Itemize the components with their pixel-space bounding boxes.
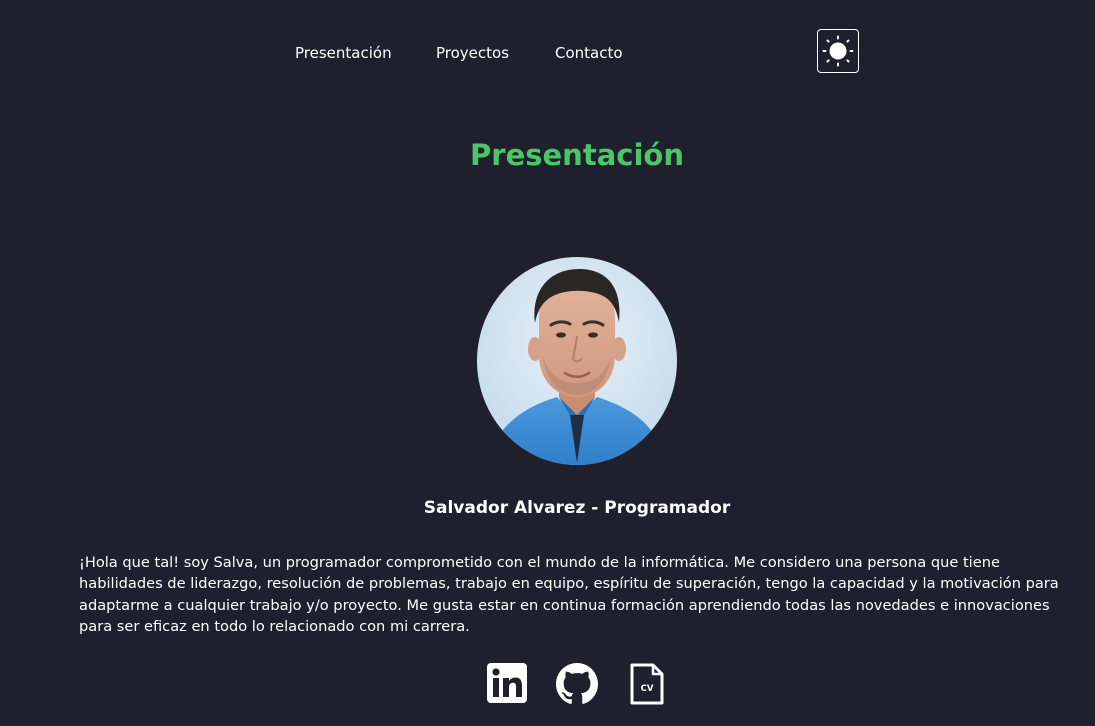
profile-photo <box>477 257 677 465</box>
cv-icon: CV <box>630 663 664 705</box>
page: Presentación Proyectos Contacto Presenta… <box>0 0 1095 726</box>
profile-name: Salvador Alvarez - Programador <box>423 498 731 518</box>
cv-link[interactable]: CV <box>630 663 664 709</box>
profile-bio: ¡Hola que tal! soy Salva, un programador… <box>79 554 1059 635</box>
social-links: CV <box>0 663 1095 707</box>
theme-toggle-button[interactable] <box>817 29 859 73</box>
cv-label: CV <box>641 684 654 694</box>
github-link[interactable] <box>556 663 598 709</box>
linkedin-icon <box>487 663 527 703</box>
section-title: Presentación <box>470 138 684 172</box>
github-icon <box>556 663 598 704</box>
nav-item-proyectos[interactable]: Proyectos <box>436 44 509 62</box>
top-navigation: Presentación Proyectos Contacto <box>0 0 1095 108</box>
sun-icon <box>822 35 854 67</box>
nav-item-presentacion[interactable]: Presentación <box>295 44 392 62</box>
nav-item-contacto[interactable]: Contacto <box>555 44 623 62</box>
linkedin-link[interactable] <box>487 663 527 707</box>
